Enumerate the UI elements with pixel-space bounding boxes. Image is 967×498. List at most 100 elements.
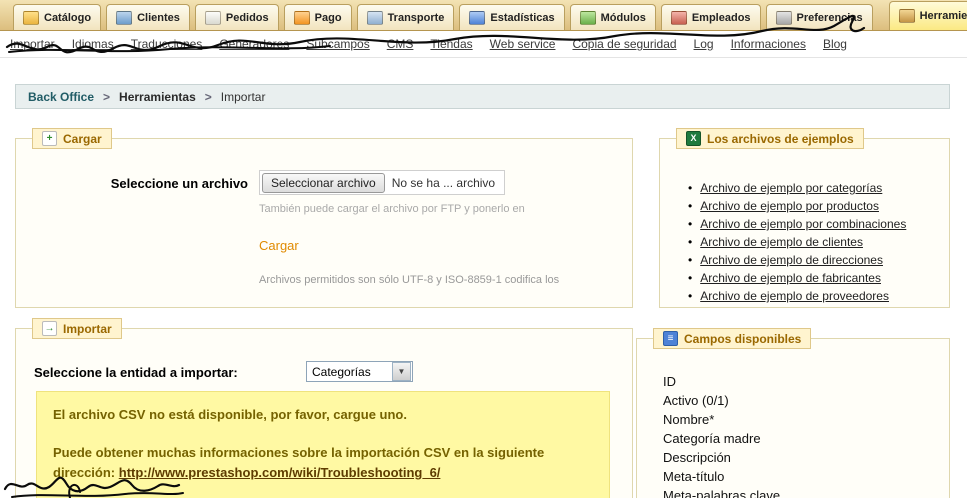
tools-submenu: Importar Idiomas Traducciones Generadore… [0, 31, 967, 58]
example-link-direcciones[interactable]: Archivo de ejemplo de direcciones [700, 253, 883, 267]
warning-line1: El archivo CSV no está disponible, por f… [53, 407, 407, 422]
shipping-icon [366, 10, 383, 25]
breadcrumb-page: Importar [220, 89, 266, 104]
field-item: Meta-palabras clave [663, 488, 781, 498]
example-link-categorias[interactable]: Archivo de ejemplo por categorías [700, 181, 882, 195]
field-item: Meta-título [663, 469, 725, 484]
import-panel: → Importar Seleccione la entidad a impor… [15, 318, 633, 498]
tab-label: Clientes [137, 11, 180, 24]
breadcrumb-separator: > [204, 89, 212, 104]
example-link-clientes[interactable]: Archivo de ejemplo de clientes [700, 235, 863, 249]
list-item: Archivo de ejemplo de direcciones [688, 253, 906, 267]
nav-cms[interactable]: CMS [387, 37, 414, 51]
breadcrumb-herramientas[interactable]: Herramientas [119, 90, 196, 104]
tab-label: Estadísticas [490, 11, 555, 24]
fields-legend-icon: ≡ [663, 331, 678, 346]
modules-icon [579, 10, 596, 25]
preferences-icon [775, 10, 792, 25]
file-label: Seleccione un archivo [110, 176, 248, 191]
payment-icon [293, 10, 310, 25]
tab-preferencias[interactable]: Preferencias [765, 4, 873, 30]
tab-pedidos[interactable]: Pedidos [194, 4, 279, 30]
field-item: ID [663, 374, 676, 389]
list-item: Archivo de ejemplo por combinaciones [688, 217, 906, 231]
excel-icon: X [686, 131, 701, 146]
nav-web-service[interactable]: Web service [490, 37, 556, 51]
list-item: Archivo de ejemplo por productos [688, 199, 906, 213]
tab-label: Preferencias [796, 11, 863, 24]
csv-warning-box: El archivo CSV no está disponible, por f… [36, 391, 610, 498]
nav-subcampos[interactable]: Subcampos [306, 37, 369, 51]
field-item: Nombre* [663, 412, 715, 427]
upload-submit-button[interactable]: Cargar [259, 238, 299, 253]
ftp-hint: También puede cargar el archivo por FTP … [259, 203, 525, 215]
field-item: Activo (0/1) [663, 393, 729, 408]
field-item: Descripción [663, 450, 731, 465]
example-link-combinaciones[interactable]: Archivo de ejemplo por combinaciones [700, 217, 906, 231]
warning-line2: Puede obtener muchas informaciones sobre… [53, 443, 593, 483]
tab-transporte[interactable]: Transporte [356, 4, 455, 30]
entity-select-value: Categorías [312, 364, 371, 379]
nav-informaciones[interactable]: Informaciones [731, 37, 806, 51]
upload-legend-icon: + [42, 131, 57, 146]
tab-modulos[interactable]: Módulos [569, 4, 656, 30]
nav-tiendas[interactable]: Tiendas [430, 37, 472, 51]
nav-idiomas[interactable]: Idiomas [72, 37, 114, 51]
tab-catalogo[interactable]: Catálogo [13, 4, 102, 30]
example-link-productos[interactable]: Archivo de ejemplo por productos [700, 199, 879, 213]
prestashop-admin-import-page: Catálogo Clientes Pedidos Pago Transport… [0, 0, 967, 498]
troubleshooting-link[interactable]: http://www.prestashop.com/wiki/Troublesh… [119, 465, 441, 480]
tab-label: Pago [314, 11, 342, 24]
example-files-list: Archivo de ejemplo por categorías Archiv… [688, 181, 906, 307]
tab-label: Catálogo [44, 11, 92, 24]
tab-label: Transporte [387, 11, 445, 24]
list-item: Archivo de ejemplo de clientes [688, 235, 906, 249]
tab-herramientas[interactable]: Herramientas [888, 1, 967, 30]
nav-log[interactable]: Log [694, 37, 714, 51]
field-item: Categoría madre [663, 431, 761, 446]
tab-label: Pedidos [225, 11, 269, 24]
tab-empleados[interactable]: Empleados [660, 4, 761, 30]
tab-estadisticas[interactable]: Estadísticas [459, 4, 565, 30]
employees-icon [670, 10, 687, 25]
example-link-proveedores[interactable]: Archivo de ejemplo de proveedores [700, 289, 889, 303]
catalog-icon [23, 10, 39, 25]
examples-legend: X Los archivos de ejemplos [676, 128, 864, 149]
fields-legend: ≡ Campos disponibles [653, 328, 812, 349]
upload-panel: + Cargar Seleccione un archivo Seleccion… [15, 128, 633, 308]
breadcrumb: Back Office > Herramientas > Importar [15, 84, 950, 109]
entity-select[interactable]: Categorías ▼ [306, 361, 413, 382]
file-status: No se ha ... archivo [391, 175, 496, 190]
nav-copia-seguridad[interactable]: Copia de seguridad [572, 37, 676, 51]
example-link-fabricantes[interactable]: Archivo de ejemplo de fabricantes [700, 271, 881, 285]
tab-clientes[interactable]: Clientes [106, 4, 190, 30]
examples-legend-label: Los archivos de ejemplos [707, 131, 854, 146]
tab-label: Herramientas [919, 10, 967, 22]
import-legend: → Importar [32, 318, 122, 339]
customers-icon [116, 10, 133, 25]
nav-traducciones[interactable]: Traducciones [131, 37, 203, 51]
allowed-files-hint: Archivos permitidos son sólo UTF-8 y ISO… [259, 274, 560, 286]
import-legend-label: Importar [63, 321, 112, 336]
nav-importar[interactable]: Importar [10, 37, 55, 51]
upload-legend: + Cargar [32, 128, 112, 149]
file-input[interactable]: Seleccionar archivo No se ha ... archivo [259, 170, 505, 195]
orders-icon [204, 10, 221, 25]
breadcrumb-separator: > [103, 89, 111, 104]
tab-label: Módulos [600, 11, 646, 24]
list-item: Archivo de ejemplo por categorías [688, 181, 906, 195]
tab-label: Empleados [691, 11, 751, 24]
list-item: Archivo de ejemplo de fabricantes [688, 271, 906, 285]
example-files-panel: X Los archivos de ejemplos Archivo de ej… [659, 128, 950, 308]
upload-legend-label: Cargar [63, 131, 102, 146]
breadcrumb-back-office[interactable]: Back Office [28, 90, 94, 104]
entity-label: Seleccione la entidad a importar: [34, 365, 238, 380]
nav-generadores[interactable]: Generadores [219, 37, 289, 51]
nav-blog[interactable]: Blog [823, 37, 847, 51]
available-fields-panel: ≡ Campos disponibles ID Activo (0/1) Nom… [636, 328, 950, 498]
stats-icon [469, 10, 486, 25]
import-legend-icon: → [42, 321, 57, 336]
main-tab-bar: Catálogo Clientes Pedidos Pago Transport… [0, 0, 967, 31]
tab-pago[interactable]: Pago [283, 4, 352, 30]
choose-file-button[interactable]: Seleccionar archivo [262, 172, 385, 193]
